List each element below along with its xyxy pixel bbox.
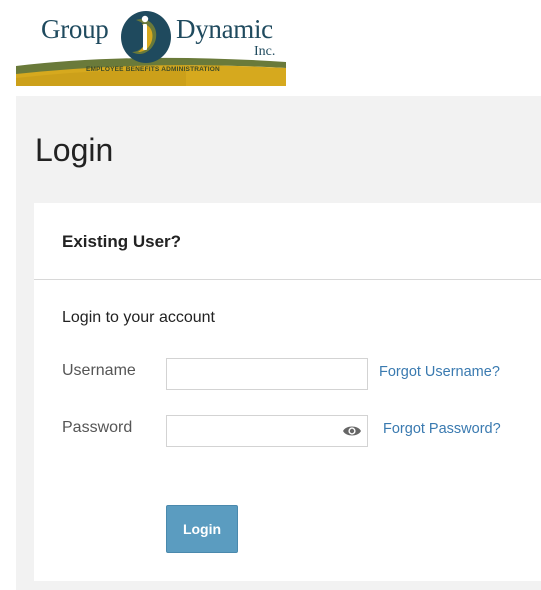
forgot-password-link[interactable]: Forgot Password? [383,421,501,437]
logo-emblem-icon [121,11,171,63]
logo-tagline: EMPLOYEE BENEFITS ADMINISTRATION [86,66,220,73]
eye-icon[interactable] [342,423,362,439]
card-header-title: Existing User? [62,232,182,251]
company-logo: Group Dynamic Inc. EMPLOYEE BENEFITS ADM… [16,4,286,86]
forgot-username-link[interactable]: Forgot Username? [379,364,500,380]
password-label: Password [62,419,133,436]
card-header: Existing User? [34,203,541,280]
login-subtitle: Login to your account [62,309,215,326]
password-input[interactable] [166,415,368,447]
page-title: Login [35,132,114,168]
username-label: Username [62,362,136,379]
login-button[interactable]: Login [166,505,238,553]
logo-word-group: Group [41,14,109,44]
page-panel: Login Existing User? Login to your accou… [16,96,541,590]
logo-word-dynamic: Dynamic [176,14,273,44]
username-input[interactable] [166,358,368,390]
logo-inc: Inc. [254,44,276,59]
login-card: Existing User? Login to your account Use… [34,203,541,581]
